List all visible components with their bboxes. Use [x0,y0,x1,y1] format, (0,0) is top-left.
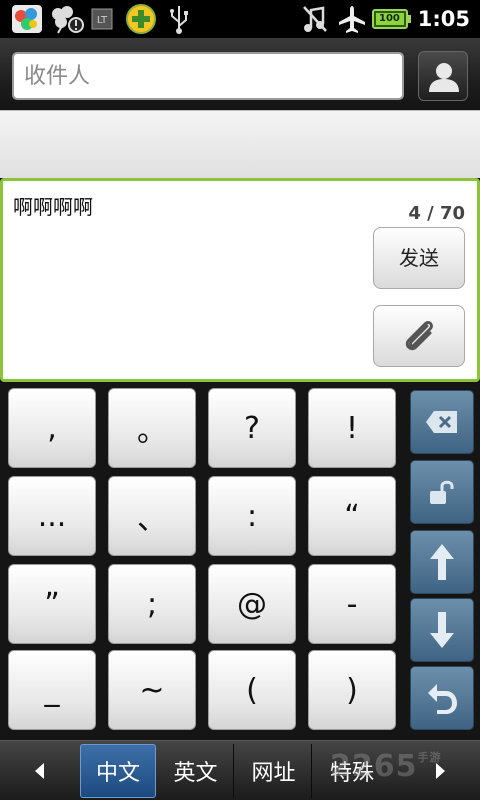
status-bar: LT 100 1:05 [0,0,480,38]
chevron-right-icon [436,763,445,779]
mode-english[interactable]: 英文 [158,744,234,798]
key-label: ~ [139,672,165,708]
key-period[interactable]: 。 [108,388,196,468]
key-label: ? [244,410,260,446]
plus-badge-icon [124,4,158,34]
mode-chinese[interactable]: 中文 [80,744,156,798]
usb-icon [166,4,192,34]
paperclip-icon [405,321,433,351]
key-label: ... [37,498,67,534]
key-label: 。 [137,414,167,449]
key-label: : [246,498,258,534]
unlock-icon [430,480,454,504]
message-text[interactable]: 啊啊啊啊 [13,191,93,220]
key-exclamation[interactable]: ! [308,388,396,468]
key-ellipsis[interactable]: ... [8,476,96,556]
person-icon [429,63,459,92]
key-left-paren[interactable]: ( [208,650,296,730]
arrow-down-key[interactable] [410,598,474,662]
char-counter: 4 / 70 [408,203,465,224]
app-grid-icon [10,4,44,34]
key-colon[interactable]: : [208,476,296,556]
key-question[interactable]: ? [208,388,296,468]
return-icon [428,684,457,714]
backspace-key[interactable] [410,390,474,454]
key-label: ” [44,586,60,622]
clover-warning-icon [48,4,86,34]
airplane-icon [336,4,368,34]
key-hyphen[interactable]: - [308,564,396,644]
key-right-paren[interactable]: ) [308,650,396,730]
key-enumeration-comma[interactable]: 、 [108,476,196,556]
key-label: _ [44,672,60,708]
key-label: ) [346,672,358,708]
backspace-icon [426,411,457,433]
recipient-input[interactable] [12,52,404,100]
battery-icon: 100 [372,4,412,34]
arrow-up-icon [430,544,454,580]
mode-label: 英文 [173,761,218,786]
symbol-keyboard: , 。 ? ! ... 、 : “ ” ; @ - _ ~ ( ) [0,382,480,740]
key-label: - [346,586,358,622]
key-label: ! [345,410,359,446]
input-mode-bar: 中文 英文 网址 特殊 2265手游 [0,740,480,800]
key-right-quote[interactable]: ” [8,564,96,644]
lock-key[interactable] [410,460,474,524]
mode-url[interactable]: 网址 [236,744,312,798]
chevron-left-icon [35,763,44,779]
key-label: ( [246,672,258,708]
key-label: “ [344,498,360,534]
scroll-right-button[interactable] [406,744,476,798]
key-semicolon[interactable]: ; [108,564,196,644]
key-underscore[interactable]: _ [8,650,96,730]
send-button[interactable]: 发送 [373,227,465,289]
key-label: ; [146,586,158,622]
scroll-left-button[interactable] [4,744,74,798]
music-off-icon [300,4,330,34]
key-label: , [47,410,57,446]
message-compose-box[interactable]: 啊啊啊啊 4 / 70 发送 [0,178,480,382]
mode-label: 网址 [251,761,296,786]
key-label: 、 [137,502,167,537]
attach-button[interactable] [373,305,465,367]
arrow-down-icon [430,612,454,648]
key-left-quote[interactable]: “ [308,476,396,556]
battery-level: 100 [379,13,400,24]
contact-picker-button[interactable] [418,51,468,101]
recipient-header [0,38,480,110]
clock: 1:05 [417,7,470,31]
svg-text:LT: LT [97,15,108,26]
conversation-area [0,110,480,178]
mode-label: 中文 [95,761,140,786]
key-tilde[interactable]: ~ [108,650,196,730]
lt-icon: LT [90,4,114,34]
key-label: @ [237,586,267,622]
watermark-text: 2265 [330,749,418,784]
return-key[interactable] [410,666,474,730]
arrow-up-key[interactable] [410,530,474,594]
key-comma[interactable]: , [8,388,96,468]
key-at[interactable]: @ [208,564,296,644]
